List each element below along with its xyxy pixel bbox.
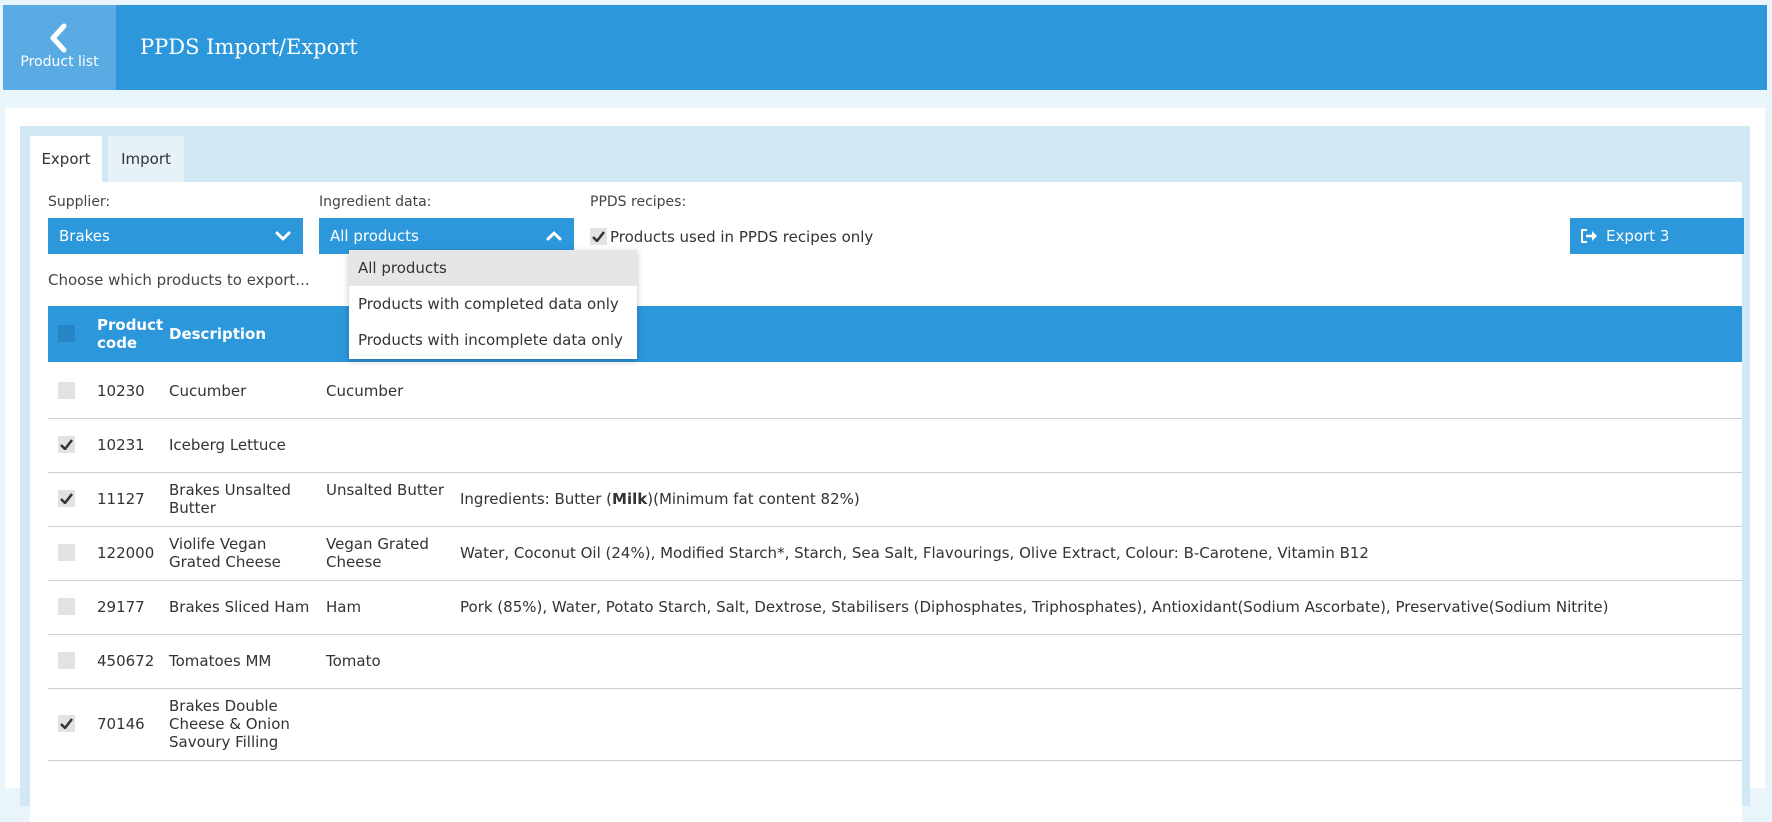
ingredient-text-suffix: )(Minimum fat content 82%) xyxy=(647,490,860,508)
ingredient-text: Pork (85%), Water, Potato Starch, Salt, … xyxy=(460,598,1609,616)
app-header: Product list PPDS Import/Export xyxy=(3,5,1767,90)
ppds-recipes-checkbox-label[interactable]: Products used in PPDS recipes only xyxy=(610,228,873,246)
ingredient-data-select[interactable]: All products xyxy=(319,218,574,254)
ingredient-text: Water, Coconut Oil (24%), Modified Starc… xyxy=(460,544,1369,562)
export-button-label: Export 3 product(s) xyxy=(1606,227,1684,281)
ingredient-data-select-value: All products xyxy=(330,227,419,245)
ingredient-list-cell: Ingredients: Butter (Milk)(Minimum fat c… xyxy=(460,490,860,508)
product-name-cell: Unsalted Butter xyxy=(326,481,445,499)
product-code-cell: 450672 xyxy=(97,652,155,670)
table-row[interactable]: 11127 Brakes Unsalted Butter Unsalted Butt… xyxy=(48,472,1742,527)
dropdown-option-incomplete[interactable]: Products with incomplete data only xyxy=(349,322,637,358)
export-icon xyxy=(1581,229,1597,243)
table-row[interactable]: 10231 Iceberg Lettuce xyxy=(48,418,1742,473)
row-checkbox[interactable] xyxy=(58,436,75,453)
row-checkbox[interactable] xyxy=(58,382,75,399)
choose-products-text: Choose which products to export... xyxy=(48,271,310,289)
description-cell: Cucumber xyxy=(169,382,247,400)
ingredient-data-dropdown: All products Products with completed dat… xyxy=(349,250,637,359)
back-button-label: Product list xyxy=(20,54,99,70)
column-header-description[interactable]: Description xyxy=(169,325,266,343)
product-code-cell: 10230 xyxy=(97,382,145,400)
checkmark-icon xyxy=(60,439,73,450)
product-code-cell: 11127 xyxy=(97,490,145,508)
table-row[interactable]: 10230 Cucumber Cucumber xyxy=(48,364,1742,419)
export-products-button[interactable]: Export 3 product(s) xyxy=(1570,218,1744,281)
description-cell: Brakes Unsalted Butter xyxy=(169,481,291,517)
product-code-cell: 10231 xyxy=(97,436,145,454)
dropdown-option-completed[interactable]: Products with completed data only xyxy=(349,286,637,322)
checkmark-icon xyxy=(60,493,73,504)
tab-container: Export Import Supplier: Brakes Ingredien… xyxy=(20,126,1750,822)
ppds-recipes-checkbox[interactable] xyxy=(590,228,607,245)
chevron-down-icon xyxy=(275,231,291,241)
product-name-cell: Ham xyxy=(326,598,362,616)
tab-import[interactable]: Import xyxy=(108,136,184,182)
table-row[interactable]: 29177 Brakes Sliced Ham Ham Pork (85%), Wat… xyxy=(48,580,1742,635)
table-row[interactable]: 450672 Tomatoes MM Tomato xyxy=(48,634,1742,689)
product-code-cell: 29177 xyxy=(97,598,145,616)
product-name-cell: Tomato xyxy=(326,652,381,670)
ppds-recipes-label: PPDS recipes: xyxy=(590,194,687,210)
checkmark-icon xyxy=(592,231,605,242)
chevron-left-icon xyxy=(50,23,67,53)
table-row[interactable]: 122000 Violife Vegan Grated Cheese Vegan G… xyxy=(48,526,1742,581)
description-cell: Violife Vegan Grated Cheese xyxy=(169,535,281,571)
tab-export[interactable]: Export xyxy=(30,136,102,182)
ingredient-list-cell: Water, Coconut Oil (24%), Modified Starc… xyxy=(460,544,1369,562)
chevron-up-icon xyxy=(546,231,562,241)
row-checkbox[interactable] xyxy=(58,715,75,732)
allergen-text: Milk xyxy=(612,490,648,508)
select-all-checkbox[interactable] xyxy=(58,325,75,342)
back-to-product-list-button[interactable]: Product list xyxy=(3,5,116,90)
supplier-label: Supplier: xyxy=(48,194,111,210)
product-code-cell: 122000 xyxy=(97,544,155,562)
description-cell: Tomatoes MM xyxy=(169,652,272,670)
checkmark-icon xyxy=(60,718,73,729)
description-cell: Brakes Sliced Ham xyxy=(169,598,310,616)
table-row[interactable]: 70146 Brakes Double Cheese & Onion Savour… xyxy=(48,688,1742,761)
ingredient-data-label: Ingredient data: xyxy=(319,194,432,210)
export-tab-content: Supplier: Brakes Ingredient data: All pr… xyxy=(30,182,1744,822)
ingredient-text: Ingredients: Butter ( xyxy=(460,490,613,508)
supplier-select[interactable]: Brakes xyxy=(48,218,303,254)
row-checkbox[interactable] xyxy=(58,544,75,561)
row-checkbox[interactable] xyxy=(58,598,75,615)
supplier-select-value: Brakes xyxy=(59,227,110,245)
description-cell: Brakes Double Cheese & Onion Savoury Fil… xyxy=(169,697,290,751)
description-cell: Iceberg Lettuce xyxy=(169,436,286,454)
table-header: Product code Description list xyxy=(48,306,1742,362)
page-title: PPDS Import/Export xyxy=(140,35,358,59)
product-code-cell: 70146 xyxy=(97,715,145,733)
column-header-product-code[interactable]: Product code xyxy=(97,316,163,352)
product-name-cell: Cucumber xyxy=(326,382,404,400)
row-checkbox[interactable] xyxy=(58,652,75,669)
main-panel: Export Import Supplier: Brakes Ingredien… xyxy=(5,108,1765,822)
ingredient-list-cell: Pork (85%), Water, Potato Starch, Salt, … xyxy=(460,598,1608,616)
product-name-cell: Vegan Grated Cheese xyxy=(326,535,429,571)
row-checkbox[interactable] xyxy=(58,490,75,507)
dropdown-option-all-products[interactable]: All products xyxy=(349,250,637,286)
